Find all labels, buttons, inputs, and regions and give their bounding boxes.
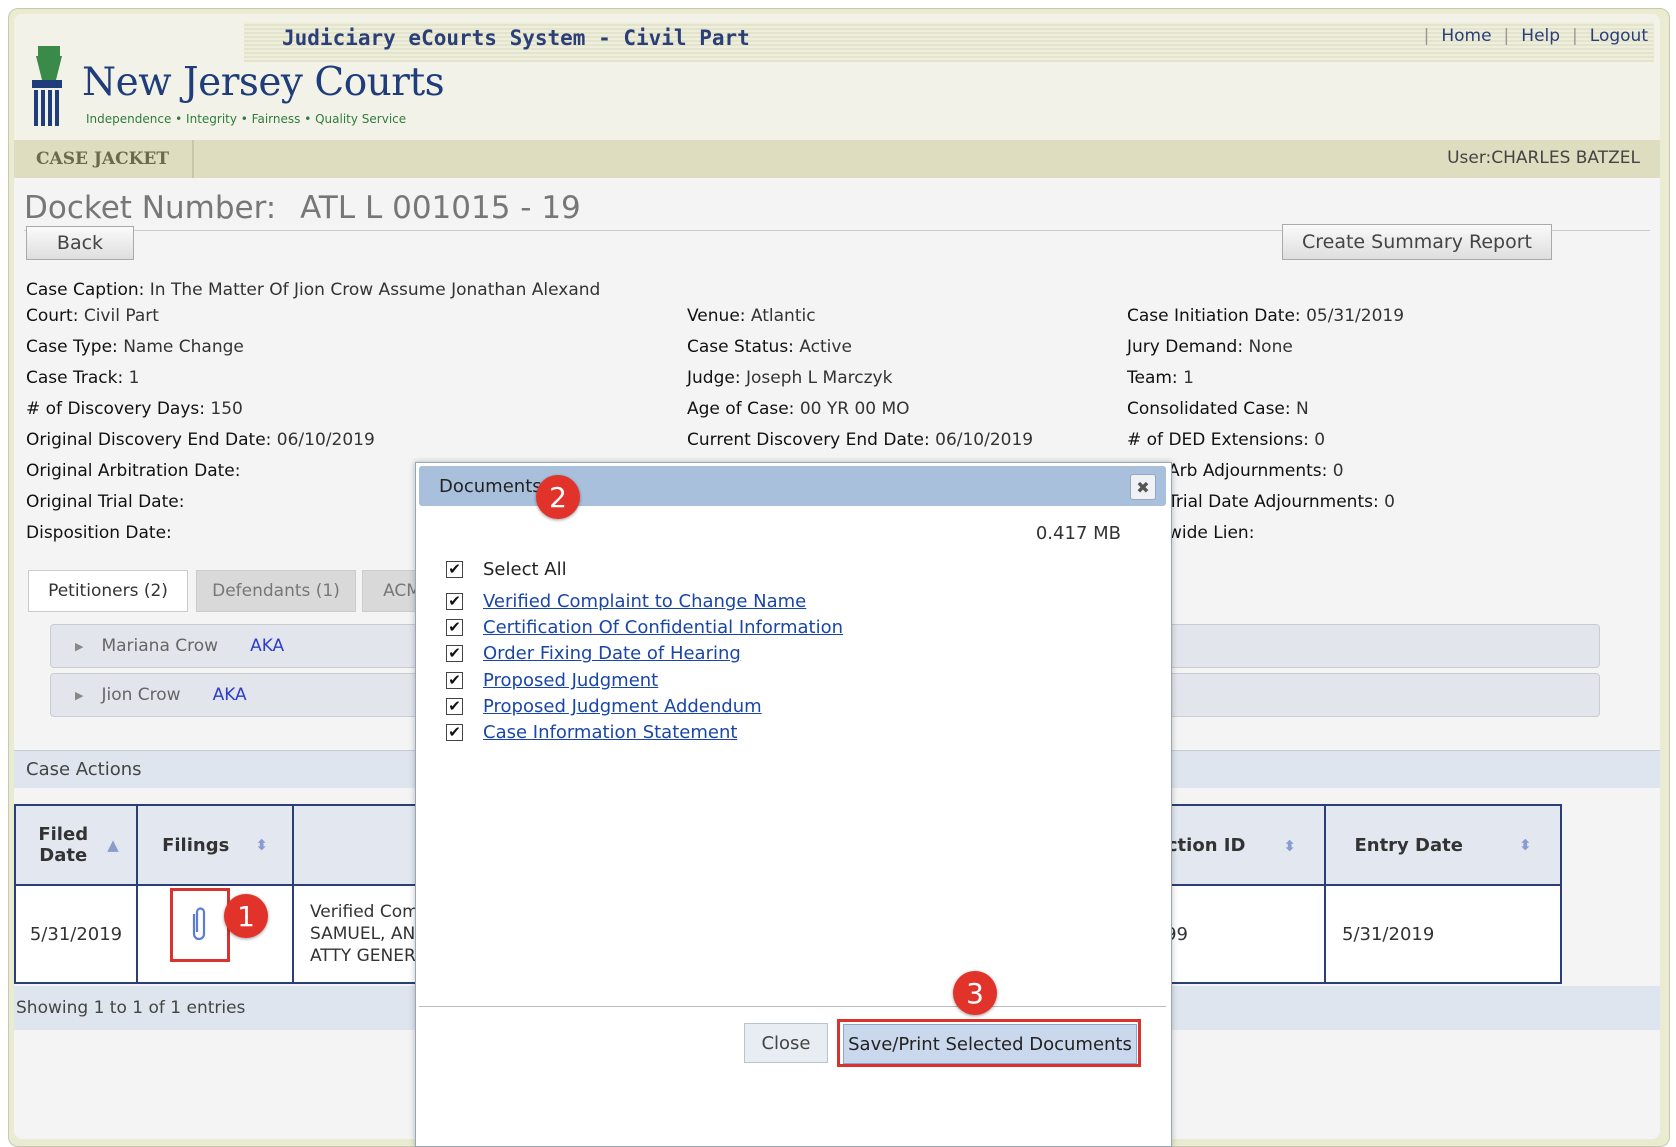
document-checkbox[interactable]: ✔	[446, 619, 463, 636]
document-row[interactable]: ✔ Case Information Statement	[446, 722, 737, 743]
info-orig-discovery-end: Original Discovery End Date: 06/10/2019	[26, 430, 375, 450]
aka-link[interactable]: AKA	[250, 636, 284, 656]
total-size: 0.417 MB	[1035, 523, 1121, 544]
info-age: Age of Case: 00 YR 00 MO	[687, 399, 910, 419]
party-name: Jion Crow	[101, 685, 181, 705]
filing-desc-line: SAMUEL, ANS	[310, 924, 427, 944]
logo-name: New Jersey Courts	[82, 60, 445, 105]
info-disposition: Disposition Date:	[26, 523, 172, 543]
close-button[interactable]: Close	[744, 1023, 828, 1063]
info-jury-demand: Jury Demand: None	[1127, 337, 1293, 357]
document-link[interactable]: Verified Complaint to Change Name	[483, 591, 806, 612]
document-checkbox[interactable]: ✔	[446, 724, 463, 741]
party-name: Mariana Crow	[101, 636, 219, 656]
sort-icon: ⬍	[1283, 836, 1296, 855]
info-team: Team: 1	[1127, 368, 1194, 388]
case-caption: Case Caption: In The Matter Of Jion Crow…	[26, 280, 601, 300]
triangle-right-icon: ▶	[75, 639, 84, 653]
docket-number: ATL L 001015 - 19	[300, 190, 581, 226]
create-summary-report-button[interactable]: Create Summary Report	[1282, 224, 1552, 260]
info-discovery-days: # of Discovery Days: 150	[26, 399, 243, 419]
document-link[interactable]: Proposed Judgment	[483, 670, 658, 691]
paperclip-icon[interactable]	[188, 904, 210, 944]
nj-courts-logo-icon	[32, 46, 62, 126]
info-initiation-date: Case Initiation Date: 05/31/2019	[1127, 306, 1405, 326]
sort-asc-icon: ▲	[107, 836, 119, 854]
select-all-label: Select All	[483, 559, 567, 580]
document-row[interactable]: ✔ Proposed Judgment	[446, 670, 658, 691]
info-court: Court: Civil Part	[26, 306, 159, 326]
home-link[interactable]: Home	[1441, 26, 1491, 46]
top-links: | Home | Help | Logout	[1423, 26, 1648, 46]
document-checkbox[interactable]: ✔	[446, 672, 463, 689]
document-row[interactable]: ✔ Order Fixing Date of Hearing	[446, 643, 741, 664]
info-arb-adjournments: Arb Adjournments: 0	[1168, 461, 1344, 481]
info-current-discovery-end: Current Discovery End Date: 06/10/2019	[687, 430, 1034, 450]
info-trial-adjournments: Trial Date Adjournments: 0	[1168, 492, 1395, 512]
document-row[interactable]: ✔ Certification Of Confidential Informat…	[446, 617, 843, 638]
cell-filed-date: 5/31/2019	[14, 884, 138, 984]
info-orig-trial: Original Trial Date:	[26, 492, 185, 512]
info-ded-extensions: # of DED Extensions: 0	[1127, 430, 1326, 450]
document-checkbox[interactable]: ✔	[446, 593, 463, 610]
triangle-right-icon: ▶	[75, 688, 84, 702]
column-filings[interactable]: Filings ⬍	[136, 804, 294, 886]
filing-desc-line: Verified Com	[310, 902, 419, 922]
column-entry-date[interactable]: Entry Date ⬍	[1324, 804, 1562, 886]
callout-badge: 1	[224, 894, 268, 938]
document-checkbox[interactable]: ✔	[446, 645, 463, 662]
dialog-footer-divider	[419, 1006, 1166, 1007]
document-row[interactable]: ✔ Proposed Judgment Addendum	[446, 696, 762, 717]
document-link[interactable]: Proposed Judgment Addendum	[483, 696, 762, 717]
tab-defendants[interactable]: Defendants (1)	[196, 570, 356, 612]
close-icon[interactable]: ✖	[1130, 474, 1156, 500]
callout-badge: 2	[536, 475, 580, 519]
info-judge: Judge: Joseph L Marczyk	[687, 368, 893, 388]
aka-link[interactable]: AKA	[213, 685, 247, 705]
page-title: Docket Number: ATL L 001015 - 19	[24, 190, 581, 226]
help-link[interactable]: Help	[1521, 26, 1560, 46]
info-statewide-lien: wide Lien:	[1168, 523, 1255, 543]
sort-icon: ⬍	[255, 836, 268, 854]
info-case-status: Case Status: Active	[687, 337, 852, 357]
select-all-checkbox[interactable]: ✔	[446, 561, 463, 578]
select-all-row[interactable]: ✔ Select All	[446, 559, 567, 580]
nav-bar: CASE JACKET User:CHARLES BATZEL	[14, 140, 1660, 178]
document-link[interactable]: Case Information Statement	[483, 722, 737, 743]
document-row[interactable]: ✔ Verified Complaint to Change Name	[446, 591, 806, 612]
document-link[interactable]: Certification Of Confidential Informatio…	[483, 617, 843, 638]
info-venue: Venue: Atlantic	[687, 306, 816, 326]
header: Judiciary eCourts System - Civil Part | …	[14, 14, 1660, 140]
documents-dialog: Documents ✖ 2 0.417 MB ✔ Select All ✔ Ve…	[415, 462, 1172, 1147]
tab-petitioners[interactable]: Petitioners (2)	[28, 570, 188, 612]
save-print-selected-documents-button[interactable]: Save/Print Selected Documents	[843, 1024, 1137, 1064]
logout-link[interactable]: Logout	[1590, 26, 1648, 46]
info-case-type: Case Type: Name Change	[26, 337, 244, 357]
dialog-title: Documents	[439, 476, 542, 497]
info-case-track: Case Track: 1	[26, 368, 140, 388]
document-link[interactable]: Order Fixing Date of Hearing	[483, 643, 741, 664]
logo-tagline: Independence • Integrity • Fairness • Qu…	[86, 112, 407, 126]
user-label: User:CHARLES BATZEL	[1447, 148, 1640, 168]
tab-case-jacket[interactable]: CASE JACKET	[14, 140, 194, 178]
callout-badge: 3	[953, 971, 997, 1015]
sort-icon: ⬍	[1518, 836, 1532, 854]
cell-entry-date: 5/31/2019	[1324, 884, 1562, 984]
dialog-header: Documents ✖	[419, 466, 1166, 506]
column-filed-date[interactable]: Filed Date ▲	[14, 804, 138, 886]
filing-desc-line: ATTY GENER	[310, 946, 416, 966]
back-button[interactable]: Back	[26, 226, 134, 260]
system-title: Judiciary eCourts System - Civil Part	[282, 26, 750, 50]
document-checkbox[interactable]: ✔	[446, 698, 463, 715]
info-orig-arbitration: Original Arbitration Date:	[26, 461, 241, 481]
info-consolidated: Consolidated Case: N	[1127, 399, 1309, 419]
docket-label: Docket Number:	[24, 190, 277, 226]
